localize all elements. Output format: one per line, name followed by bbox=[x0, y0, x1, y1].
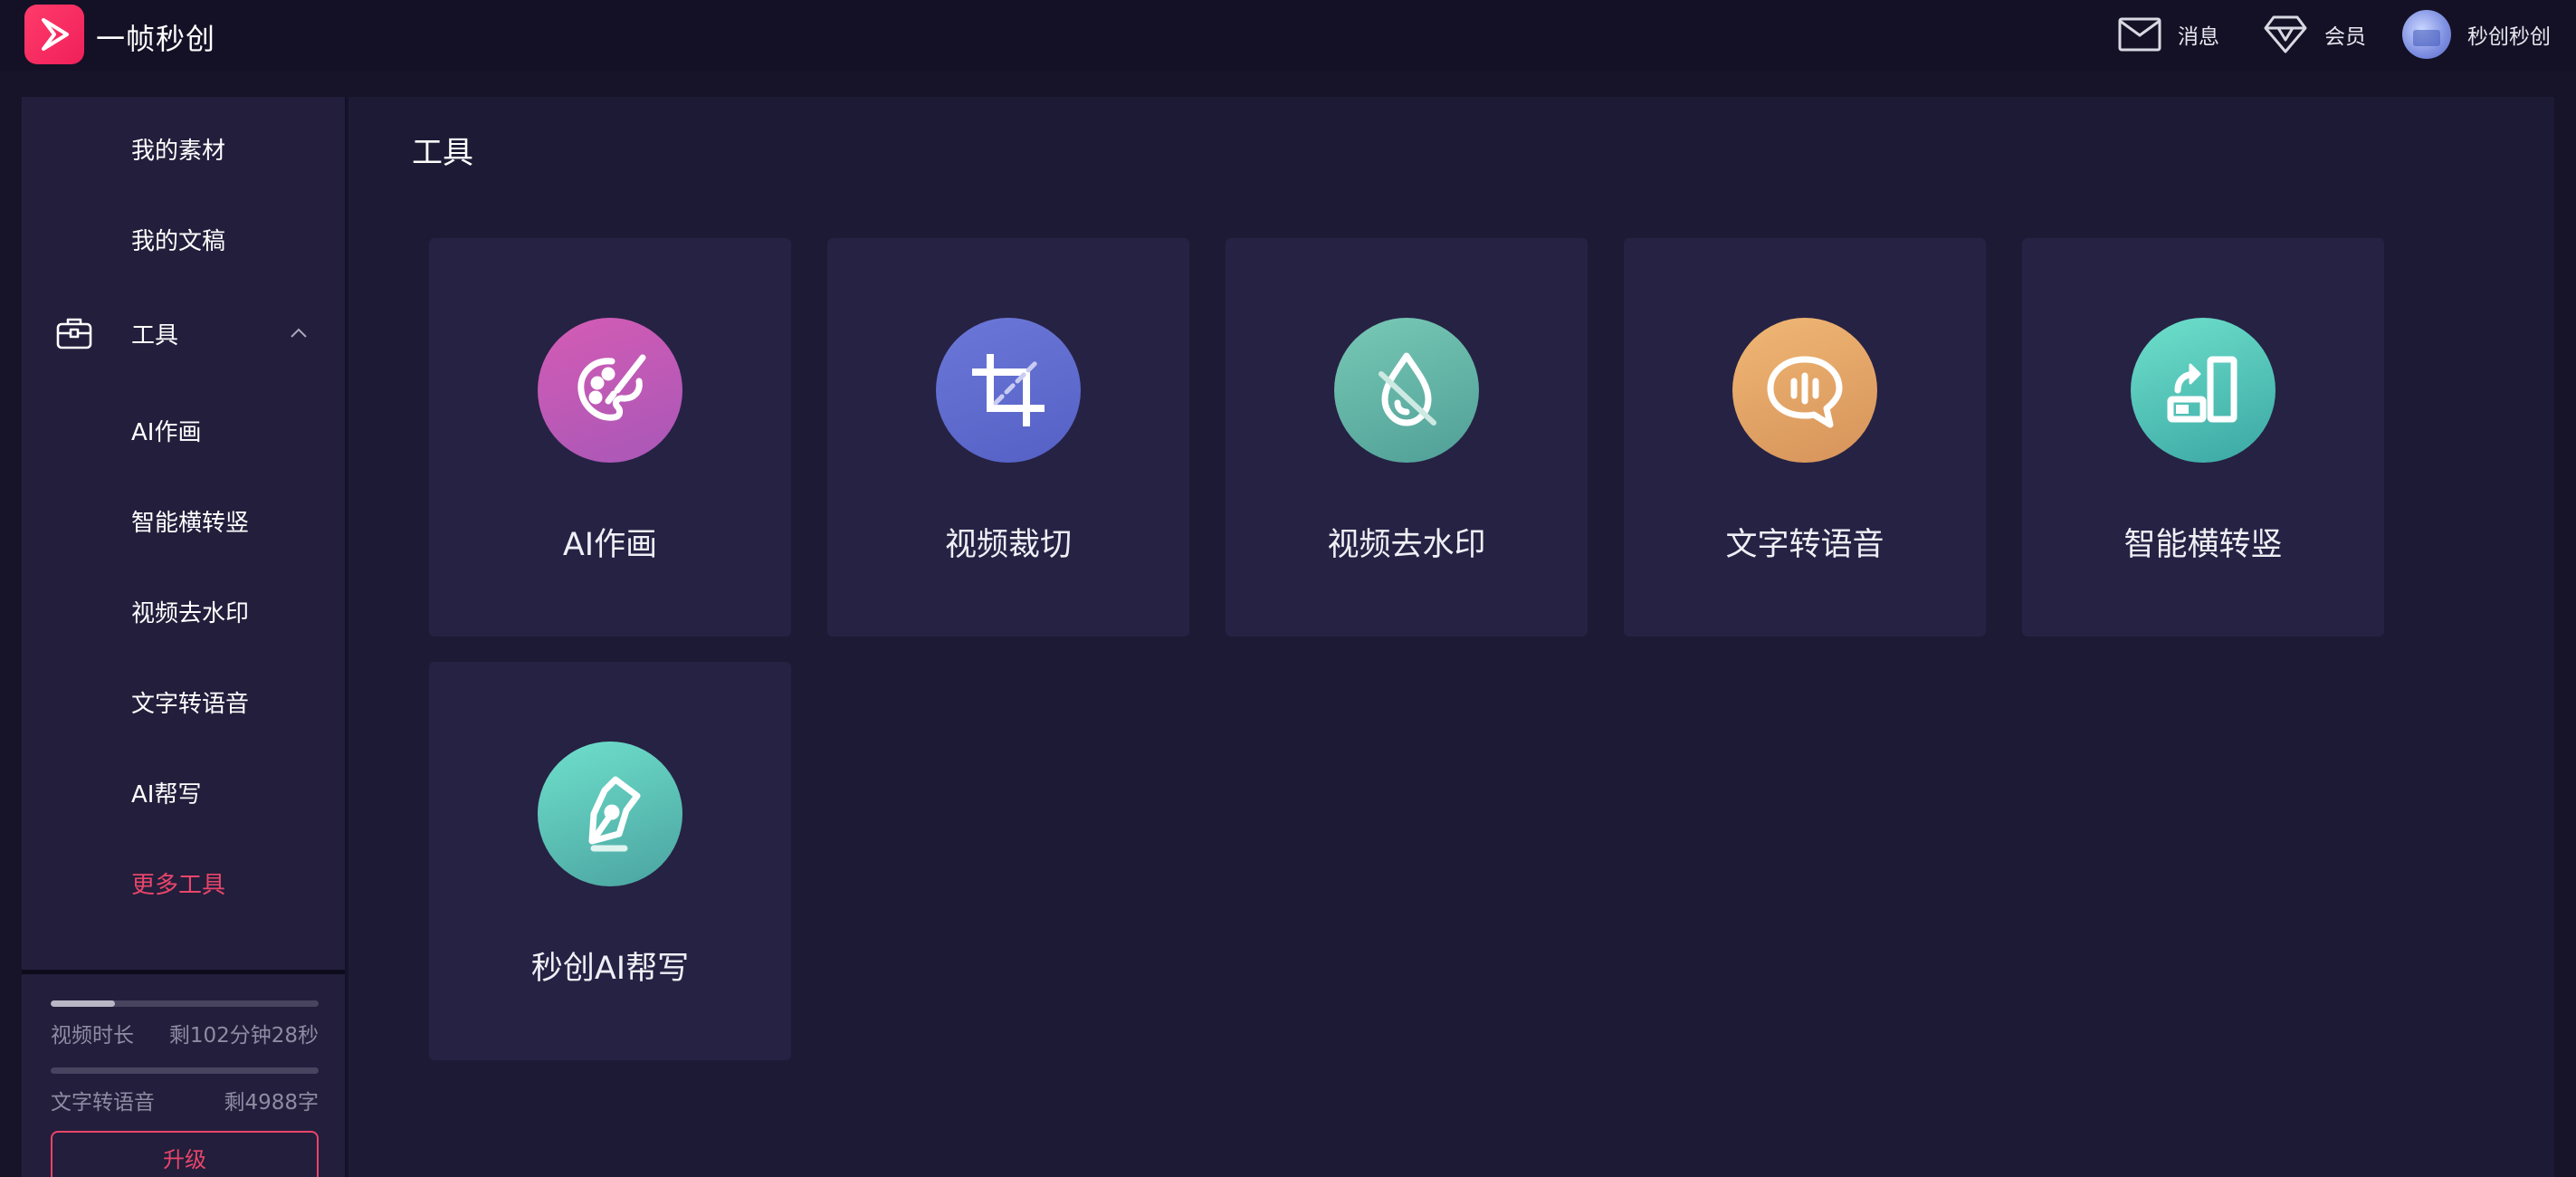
crop-icon bbox=[936, 318, 1081, 463]
sidebar-item-smart-landscape-to-portrait[interactable]: 智能横转竖 bbox=[22, 493, 345, 548]
tool-name: 秒创AI帮写 bbox=[530, 951, 690, 987]
sidebar-item-label: 我的素材 bbox=[131, 137, 226, 165]
tool-card-ai-painting[interactable]: AI作画 bbox=[429, 238, 791, 636]
quota-value: 剩102分钟28秒 bbox=[168, 1024, 319, 1048]
text-to-speech-bar bbox=[51, 1067, 319, 1074]
no-watermark-icon bbox=[1334, 318, 1479, 463]
rotate-screen-icon bbox=[2131, 318, 2275, 463]
quota-label: 视频时长 bbox=[51, 1024, 134, 1048]
user-menu[interactable]: 秒创秒创 bbox=[2402, 9, 2551, 60]
sidebar-item-ai-writing[interactable]: AI帮写 bbox=[22, 765, 345, 819]
quota-value: 剩4988字 bbox=[224, 1091, 319, 1115]
tool-card-text-to-speech[interactable]: 文字转语音 bbox=[1624, 238, 1986, 636]
sidebar-item-remove-watermark[interactable]: 视频去水印 bbox=[22, 584, 345, 638]
speech-bubble-icon bbox=[1732, 318, 1877, 463]
page-title: 工具 bbox=[412, 135, 473, 171]
avatar[interactable] bbox=[2402, 10, 2451, 59]
tool-name: 文字转语音 bbox=[1725, 527, 1884, 563]
messages-label: 消息 bbox=[2178, 25, 2219, 49]
video-duration-bar bbox=[51, 1000, 319, 1007]
tool-card-ai-writing[interactable]: 秒创AI帮写 bbox=[429, 662, 791, 1060]
upgrade-button[interactable]: 升级 bbox=[51, 1131, 319, 1177]
app-title: 一帧秒创 bbox=[96, 22, 216, 56]
pen-nib-icon bbox=[538, 742, 682, 886]
text-to-speech-quota: 文字转语音 剩4988字 bbox=[51, 1067, 319, 1115]
chevron-up-icon[interactable] bbox=[288, 322, 310, 344]
tool-card-remove-watermark[interactable]: 视频去水印 bbox=[1226, 238, 1588, 636]
tool-name: AI作画 bbox=[562, 527, 658, 563]
sidebar: 我的素材 我的文稿 工具 AI作画 智能横转竖 视频去水印 文字转语音 AI帮写… bbox=[22, 97, 348, 1177]
main-content: 工具 AI作画 视频裁切 视频去水印 文字转语音 智能横转竖 秒创AI帮写 bbox=[348, 97, 2554, 1177]
sidebar-item-label: AI作画 bbox=[131, 418, 202, 446]
messages-button[interactable]: 消息 bbox=[2118, 9, 2219, 60]
video-duration-fill bbox=[51, 1000, 116, 1007]
sidebar-item-label: 智能横转竖 bbox=[131, 509, 250, 537]
tool-card-smart-landscape-to-portrait[interactable]: 智能横转竖 bbox=[2022, 238, 2384, 636]
sidebar-item-ai-painting[interactable]: AI作画 bbox=[22, 403, 345, 457]
sidebar-divider bbox=[22, 970, 348, 974]
tool-name: 智能横转竖 bbox=[2123, 527, 2283, 563]
quota-label: 文字转语音 bbox=[51, 1091, 155, 1115]
top-header: 一帧秒创 消息 会员 秒创秒创 bbox=[0, 0, 2576, 71]
sidebar-item-label: 工具 bbox=[131, 321, 179, 349]
vip-label: 会员 bbox=[2324, 25, 2366, 49]
sidebar-item-tools[interactable]: 工具 bbox=[22, 306, 345, 360]
envelope-icon bbox=[2118, 17, 2161, 52]
sidebar-item-text-to-speech[interactable]: 文字转语音 bbox=[22, 675, 345, 729]
sidebar-item-more-tools[interactable]: 更多工具 bbox=[22, 856, 345, 910]
tool-card-video-crop[interactable]: 视频裁切 bbox=[827, 238, 1189, 636]
sidebar-item-label: 更多工具 bbox=[131, 871, 226, 899]
sidebar-item-label: 文字转语音 bbox=[131, 690, 250, 718]
user-name: 秒创秒创 bbox=[2467, 25, 2551, 49]
briefcase-icon bbox=[56, 318, 92, 349]
sidebar-item-label: 视频去水印 bbox=[131, 599, 250, 627]
vip-button[interactable]: 会员 bbox=[2263, 9, 2366, 60]
sidebar-item-my-drafts[interactable]: 我的文稿 bbox=[22, 212, 345, 266]
sidebar-item-label: 我的文稿 bbox=[131, 227, 226, 255]
sidebar-item-label: AI帮写 bbox=[131, 780, 202, 809]
diamond-icon bbox=[2264, 15, 2307, 53]
video-duration-quota: 视频时长 剩102分钟28秒 bbox=[51, 1000, 319, 1048]
tool-name: 视频裁切 bbox=[944, 527, 1072, 563]
app-logo-icon[interactable] bbox=[24, 5, 84, 64]
palette-icon bbox=[538, 318, 682, 463]
tool-name: 视频去水印 bbox=[1327, 527, 1486, 563]
sidebar-item-my-materials[interactable]: 我的素材 bbox=[22, 121, 345, 176]
